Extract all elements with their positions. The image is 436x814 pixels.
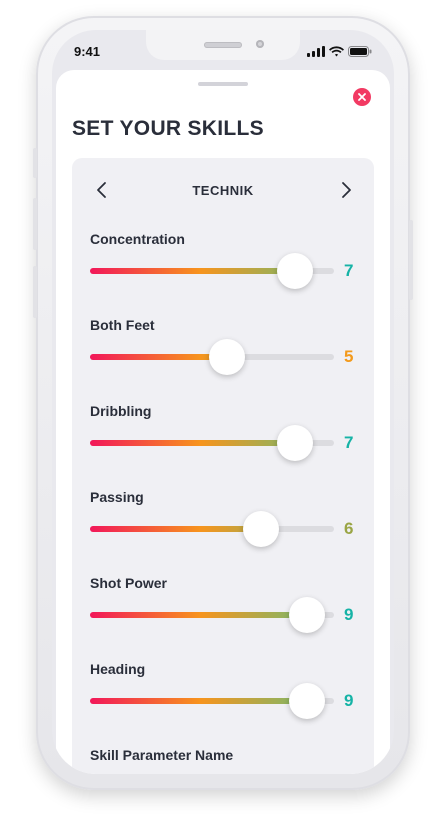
skill-value: 9 [344, 691, 354, 710]
skill-slider-fill [90, 526, 261, 532]
skill-slider-fill [90, 440, 295, 446]
page-title: SET YOUR SKILLS [72, 117, 264, 140]
skill-slider-thumb[interactable] [289, 597, 325, 633]
status-time: 9:41 [74, 44, 101, 59]
skill-value: 9 [344, 605, 354, 624]
skill-slider-track[interactable] [90, 339, 334, 375]
skill-slider-track[interactable] [90, 253, 334, 289]
wifi-icon [329, 46, 344, 57]
skill-label: Dribbling [90, 403, 152, 419]
skill-label: Skill Parameter Name [90, 747, 234, 763]
skill-slider-track[interactable] [90, 511, 334, 547]
skill-row-dribbling: Dribbling 7 [72, 403, 374, 489]
skill-value: 7 [344, 261, 354, 280]
skill-slider-thumb[interactable] [277, 253, 313, 289]
skill-value: 5 [344, 347, 354, 366]
next-category-button[interactable] [338, 180, 354, 200]
skill-slider-fill [90, 268, 295, 274]
skills-sheet: SET YOUR SKILLS TECHNIK Concentration 7 … [56, 70, 390, 774]
phone-side-button [33, 148, 37, 178]
skill-slider-thumb[interactable] [243, 511, 279, 547]
front-camera [256, 40, 264, 48]
skill-label: Passing [90, 489, 144, 505]
phone-side-button [33, 198, 37, 250]
skills-card: TECHNIK Concentration 7 Both Feet 5 Drib… [72, 158, 374, 774]
close-icon [358, 93, 366, 101]
skill-value: 7 [344, 433, 354, 452]
chevron-right-icon [342, 182, 351, 198]
skill-label: Heading [90, 661, 146, 677]
skill-value: 6 [344, 519, 354, 538]
skill-slider-thumb[interactable] [289, 683, 325, 719]
skill-row-heading: Heading 9 [72, 661, 374, 747]
skill-label: Shot Power [90, 575, 168, 591]
skill-slider-track[interactable] [90, 683, 334, 719]
skill-slider-fill [90, 698, 307, 704]
notch [146, 30, 300, 60]
skill-label: Concentration [90, 231, 185, 247]
signal-icon [307, 46, 325, 57]
battery-icon [348, 46, 372, 57]
skill-slider-fill [90, 354, 227, 360]
sheet-drag-handle[interactable] [198, 82, 248, 86]
skill-slider-thumb[interactable] [209, 339, 245, 375]
close-button[interactable] [353, 88, 371, 106]
skill-slider-fill [90, 612, 307, 618]
skill-slider-thumb[interactable] [277, 425, 313, 461]
phone-side-button [33, 266, 37, 318]
phone-screen: 9:41 SET YOUR SKILLS TECHNIK Concentrati… [52, 30, 394, 774]
skill-row-concentration: Concentration 7 [72, 231, 374, 317]
speaker [204, 42, 242, 48]
skill-row-passing: Passing 6 [72, 489, 374, 575]
skill-slider-track[interactable] [90, 597, 334, 633]
skill-row-shot-power: Shot Power 9 [72, 575, 374, 661]
skill-slider-track[interactable] [90, 425, 334, 461]
skill-row-parameter: Skill Parameter Name [72, 747, 374, 774]
skill-label: Both Feet [90, 317, 155, 333]
phone-side-button [409, 220, 413, 300]
skill-row-both-feet: Both Feet 5 [72, 317, 374, 403]
category-title: TECHNIK [192, 183, 254, 198]
status-icons [307, 46, 372, 57]
